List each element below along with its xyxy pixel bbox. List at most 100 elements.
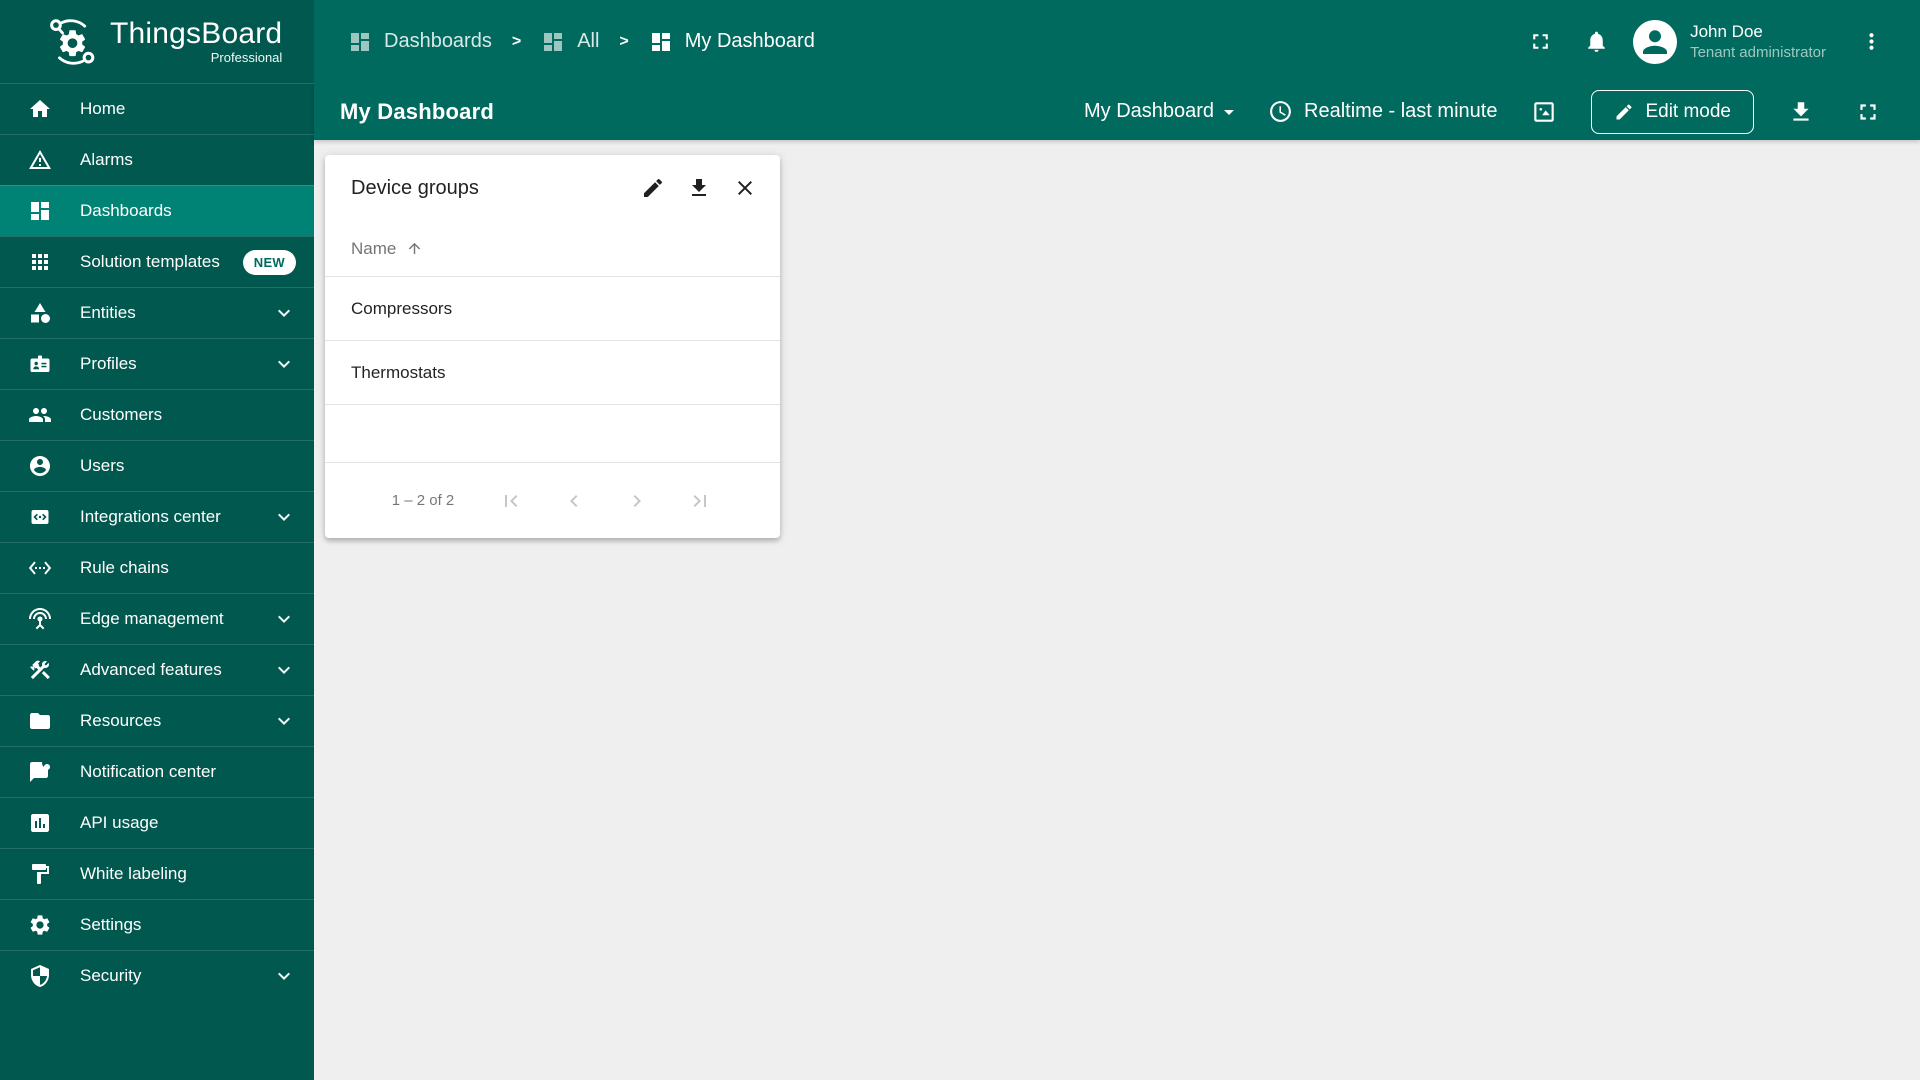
paginator-buttons (498, 488, 713, 514)
expand-toggle[interactable] (272, 709, 296, 733)
brand-edition: Professional (210, 49, 283, 65)
sidebar-item-label: Integrations center (80, 507, 221, 526)
sidebar-item-advanced-features[interactable]: Advanced features (0, 644, 314, 695)
last-page-icon (693, 494, 707, 507)
row-name-cell: Thermostats (351, 362, 446, 382)
previous-page-button[interactable] (561, 488, 587, 514)
first-page-button[interactable] (498, 488, 524, 514)
breadcrumb-item-my-dashboard[interactable]: My Dashboard (649, 30, 815, 54)
expand-toggle[interactable] (272, 964, 296, 988)
dashboard-icon (544, 32, 563, 51)
widget-actions (634, 169, 764, 207)
clock-icon (1270, 101, 1291, 122)
brand-name: ThingsBoard (110, 17, 283, 51)
sidebar-item-profiles[interactable]: Profiles (0, 338, 314, 389)
edit-mode-button[interactable]: Edit mode (1591, 89, 1754, 134)
breadcrumb: Dashboards > All > My Dashboard (348, 30, 1519, 54)
new-badge: NEW (242, 249, 296, 275)
manage-layouts-button[interactable] (1524, 92, 1564, 132)
expand-toggle[interactable] (272, 352, 296, 376)
column-header-name[interactable]: Name (325, 221, 780, 277)
dashboard-state-select[interactable]: My Dashboard (1084, 100, 1241, 124)
sidebar-item-rule-chains[interactable]: Rule chains (0, 542, 314, 593)
sidebar-item-label: Customers (80, 405, 163, 424)
sidebar-item-label: Settings (80, 915, 142, 934)
app-logo[interactable]: ThingsBoard Professional (0, 0, 314, 83)
sidebar-item-customers[interactable]: Customers (0, 389, 314, 440)
breadcrumb-item-dashboards[interactable]: Dashboards (348, 30, 492, 54)
dashboard-toolbar: My Dashboard My Dashboard Realtime - las… (314, 83, 1920, 140)
sidebar-item-security[interactable]: Security (0, 950, 314, 1001)
sidebar-item-entities[interactable]: Entities (0, 287, 314, 338)
chevron-left-icon (570, 494, 578, 507)
chevron-down-icon (278, 360, 290, 368)
download-icon (1793, 101, 1809, 121)
sidebar-item-dashboards[interactable]: Dashboards (0, 185, 314, 236)
sidebar-item-label: Notification center (80, 762, 217, 781)
top-header: Dashboards > All > My Dashboard John Doe Ten… (314, 0, 1920, 83)
pencil-icon (1616, 103, 1632, 119)
sidebar-item-alarms[interactable]: Alarms (0, 134, 314, 185)
expand-toggle[interactable] (272, 658, 296, 682)
sidebar-item-notification-center[interactable]: Notification center (0, 746, 314, 797)
sidebar-item-white-labeling[interactable]: White labeling (0, 848, 314, 899)
user-info[interactable]: John Doe Tenant administrator (1690, 21, 1826, 63)
sort-ascending-icon (409, 242, 421, 255)
sidebar-item-users[interactable]: Users (0, 440, 314, 491)
sidebar-item-label: Dashboards (80, 201, 172, 220)
widget-export-button[interactable] (680, 169, 718, 207)
sidebar-item-label: Entities (80, 303, 136, 322)
sidebar-item-home[interactable]: Home (0, 83, 314, 134)
sidebar-item-api-usage[interactable]: API usage (0, 797, 314, 848)
chevron-down-icon (1224, 109, 1235, 115)
notifications-button[interactable] (1575, 21, 1617, 63)
column-header-label: Name (351, 238, 397, 258)
chat-dot-icon (30, 762, 50, 782)
sidebar-item-resources[interactable]: Resources (0, 695, 314, 746)
sidebar-item-integrations-center[interactable]: Integrations center (0, 491, 314, 542)
widget-edit-button[interactable] (634, 169, 672, 207)
next-page-button[interactable] (624, 488, 650, 514)
sidebar-item-solution-templates[interactable]: Solution templates NEW (0, 236, 314, 287)
sidebar-item-label: Resources (80, 711, 162, 730)
expand-toggle[interactable] (272, 301, 296, 325)
shield-icon (31, 965, 49, 987)
widget-close-button[interactable] (726, 169, 764, 207)
expand-toggle[interactable] (272, 505, 296, 529)
fullscreen-icon (1532, 34, 1548, 49)
paginator: 1 – 2 of 2 (325, 463, 780, 538)
folder-icon (30, 713, 50, 729)
chevron-right-icon (633, 494, 642, 507)
account-icon (30, 456, 50, 476)
sidebar-item-label: Alarms (80, 150, 133, 169)
dashboard-canvas: Device groups Name Compressors Thermosta… (314, 140, 1920, 1080)
row-name-cell: Compressors (351, 298, 453, 318)
topbar-actions: John Doe Tenant administrator (1519, 19, 1892, 64)
table-row[interactable]: Compressors (325, 277, 780, 341)
breadcrumb-item-all[interactable]: All (541, 30, 599, 54)
sidebar-item-label: Security (80, 966, 142, 985)
more-menu-button[interactable] (1850, 21, 1892, 63)
empty-row (325, 405, 780, 463)
sidebar-item-edge-management[interactable]: Edge management (0, 593, 314, 644)
warning-icon (29, 150, 51, 169)
timewindow-button[interactable]: Realtime - last minute (1268, 99, 1497, 124)
first-page-icon (505, 494, 518, 507)
last-page-button[interactable] (687, 488, 713, 514)
fullscreen-button[interactable] (1519, 21, 1561, 63)
avatar[interactable] (1633, 19, 1678, 64)
sidebar-item-label: API usage (80, 813, 159, 832)
brand-text: ThingsBoard Professional (110, 18, 282, 64)
export-dashboard-button[interactable] (1781, 92, 1821, 132)
sidebar: ThingsBoard Professional Home Alarms Dashb… (0, 0, 314, 1080)
chevron-down-icon (278, 717, 290, 725)
sidebar-item-settings[interactable]: Settings (0, 899, 314, 950)
people-icon (29, 408, 51, 422)
close-icon (738, 181, 752, 195)
expand-toggle[interactable] (272, 607, 296, 631)
app-root: ThingsBoard Professional Home Alarms Dashb… (0, 0, 1920, 1080)
integration-icon (31, 510, 49, 524)
user-name: John Doe (1690, 21, 1763, 41)
dashboard-fullscreen-button[interactable] (1848, 92, 1888, 132)
table-row[interactable]: Thermostats (325, 341, 780, 405)
